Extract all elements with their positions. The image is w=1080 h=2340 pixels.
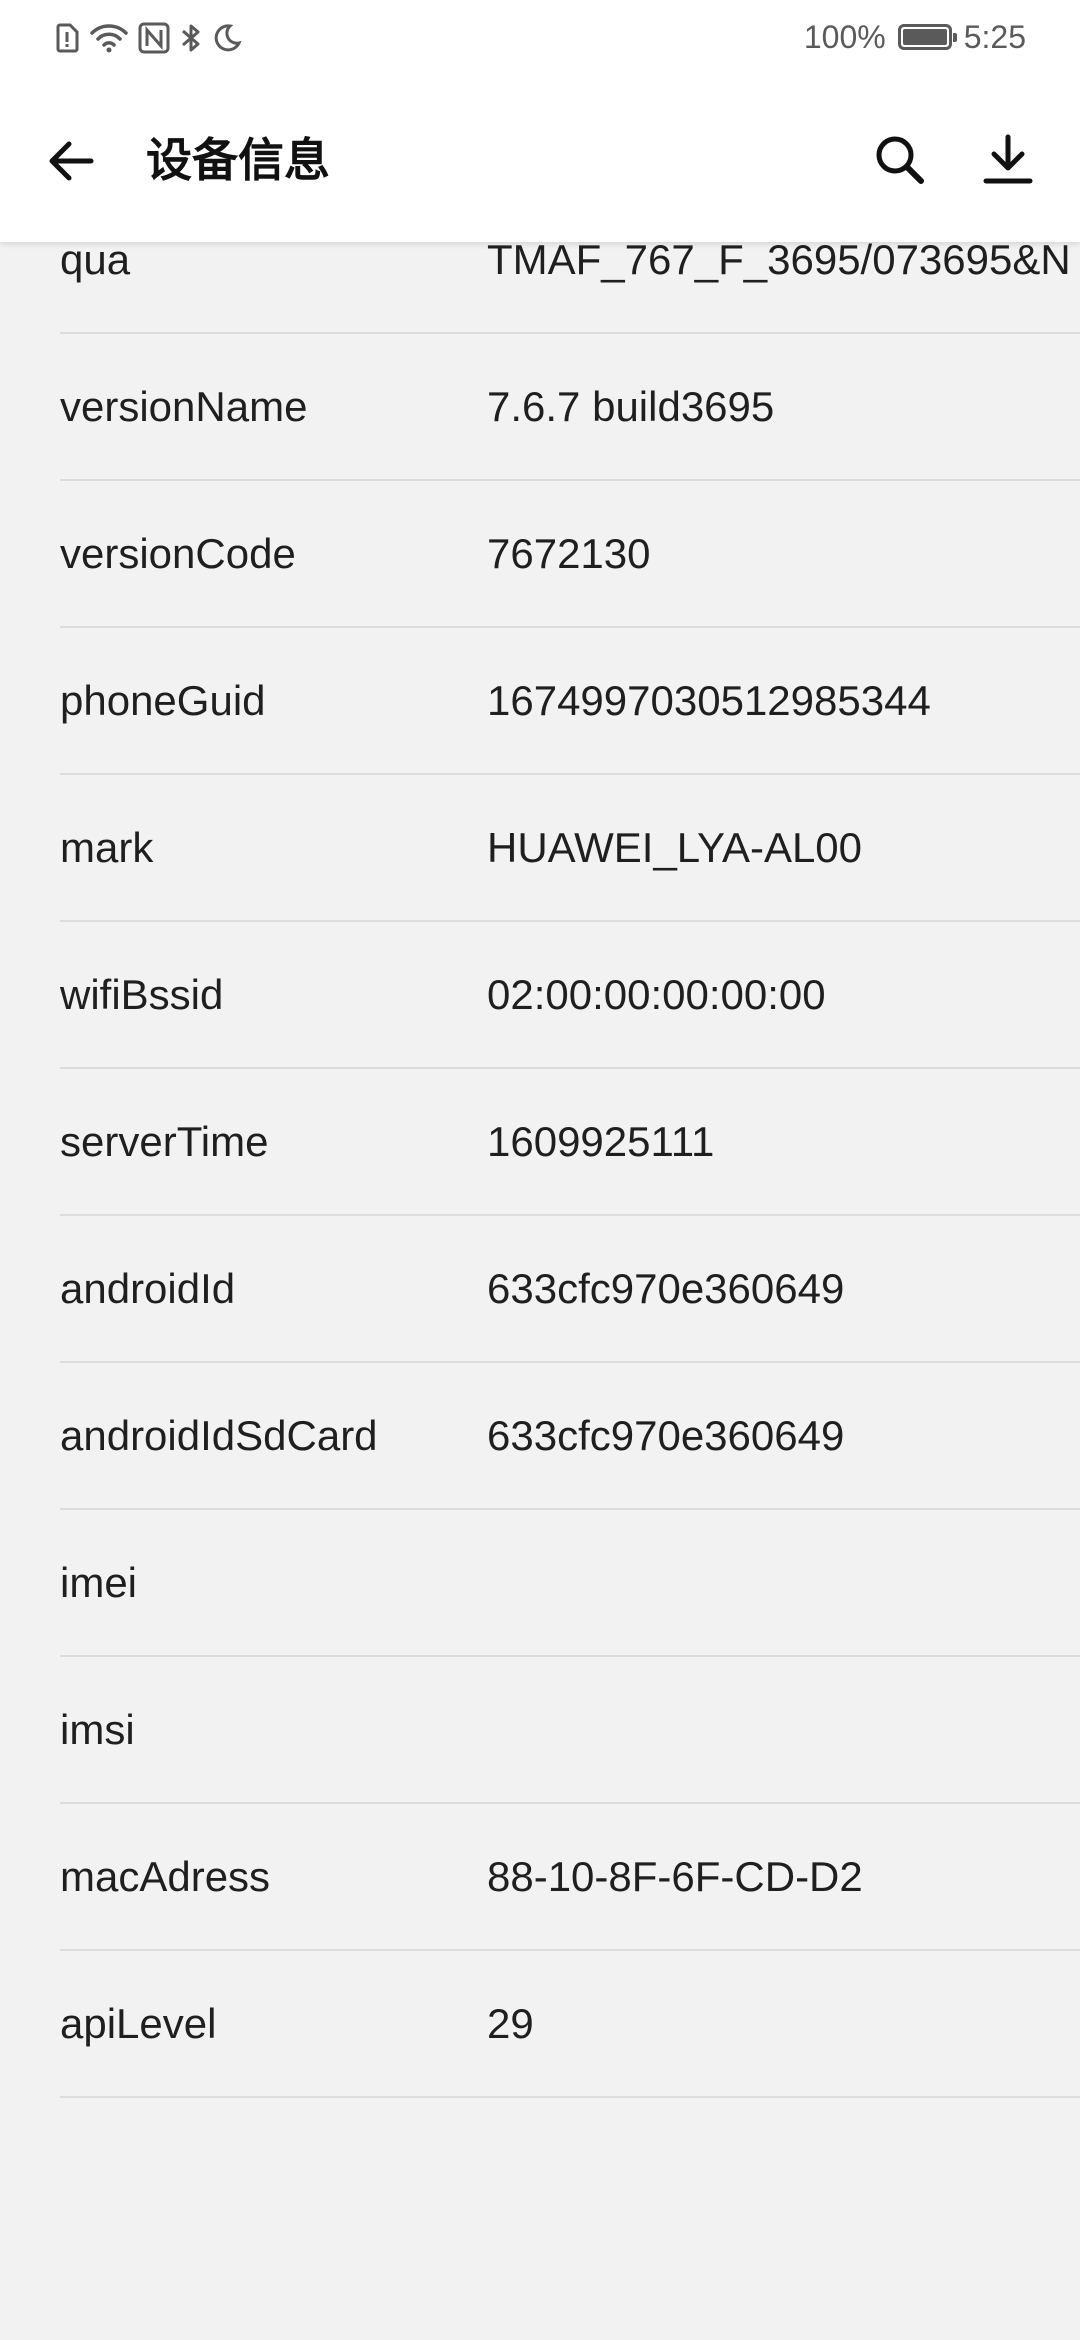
info-key: serverTime bbox=[60, 1118, 269, 1165]
back-button[interactable] bbox=[36, 126, 106, 196]
info-key: imsi bbox=[60, 1706, 135, 1753]
info-value bbox=[487, 1510, 1080, 1655]
list-item-imei[interactable]: imei bbox=[60, 1510, 1080, 1657]
device-info-list[interactable]: realChannelId1108941quaTMAF_767_F_3695/0… bbox=[0, 74, 1080, 2340]
arrow-left-icon bbox=[49, 141, 94, 181]
list-item-androidId[interactable]: androidId 633cfc970e360649 bbox=[60, 1216, 1080, 1363]
info-value bbox=[487, 1657, 1080, 1802]
list-item-mark[interactable]: mark HUAWEI_LYA-AL00 bbox=[60, 775, 1080, 922]
battery-icon bbox=[897, 24, 957, 50]
list-item-serverTime[interactable]: serverTime 1609925111 bbox=[60, 1069, 1080, 1216]
app-bar: 设备信息 bbox=[0, 74, 1080, 242]
info-key: versionName bbox=[60, 383, 308, 430]
info-value: 633cfc970e360649 bbox=[487, 1412, 845, 1459]
info-value: 29 bbox=[487, 2000, 534, 2047]
info-value: 7672130 bbox=[487, 530, 651, 577]
list-item-wifiBssid[interactable]: wifiBssid 02:00:00:00:00:00 bbox=[60, 922, 1080, 1069]
device-info-rows: realChannelId1108941quaTMAF_767_F_3695/0… bbox=[0, 89, 1080, 2098]
wifi-icon bbox=[90, 23, 128, 53]
clock: 5:25 bbox=[963, 18, 1026, 55]
search-button[interactable] bbox=[864, 124, 936, 196]
info-key: apiLevel bbox=[60, 2000, 217, 2047]
info-key: androidIdSdCard bbox=[60, 1412, 378, 1459]
info-key: macAdress bbox=[60, 1853, 271, 1900]
info-value: HUAWEI_LYA-AL00 bbox=[487, 824, 863, 871]
info-key: phoneGuid bbox=[60, 677, 266, 724]
info-value: 88-10-8F-6F-CD-D2 bbox=[487, 1853, 863, 1900]
info-value: 1609925111 bbox=[487, 1118, 715, 1165]
page-title: 设备信息 bbox=[146, 133, 330, 187]
info-key: androidId bbox=[60, 1265, 236, 1312]
battery-fill bbox=[902, 29, 947, 45]
info-value: 7.6.7 build3695 bbox=[487, 383, 775, 430]
download-icon bbox=[983, 134, 1033, 184]
info-value: 633cfc970e360649 bbox=[487, 1265, 845, 1312]
status-icons bbox=[54, 20, 242, 56]
sim-alert-icon bbox=[54, 23, 80, 53]
status-bar: 100% 5:25 bbox=[0, 0, 1080, 74]
info-key: mark bbox=[60, 824, 154, 871]
list-item-phoneGuid[interactable]: phoneGuid 1674997030512985344 bbox=[60, 628, 1080, 775]
download-button[interactable] bbox=[972, 124, 1044, 196]
list-item-imsi[interactable]: imsi bbox=[60, 1657, 1080, 1804]
bluetooth-icon bbox=[180, 22, 202, 54]
list-item-versionName[interactable]: versionName 7.6.7 build3695 bbox=[60, 334, 1080, 481]
search-icon bbox=[876, 136, 924, 184]
nfc-icon bbox=[138, 22, 170, 54]
info-value: 02:00:00:00:00:00 bbox=[487, 971, 826, 1018]
info-value: 1674997030512985344 bbox=[487, 677, 931, 724]
list-item-versionCode[interactable]: versionCode 7672130 bbox=[60, 481, 1080, 628]
list-item-macAdress[interactable]: macAdress 88-10-8F-6F-CD-D2 bbox=[60, 1804, 1080, 1951]
info-key: versionCode bbox=[60, 530, 296, 577]
list-item-apiLevel[interactable]: apiLevel 29 bbox=[60, 1951, 1080, 2098]
info-key: wifiBssid bbox=[60, 971, 224, 1018]
list-item-androidIdSdCard[interactable]: androidIdSdCard 633cfc970e360649 bbox=[60, 1363, 1080, 1510]
status-right: 100% 5:25 bbox=[804, 16, 1026, 58]
battery-percent: 100% bbox=[803, 18, 886, 55]
moon-icon bbox=[212, 23, 242, 53]
info-key: imei bbox=[60, 1559, 138, 1606]
